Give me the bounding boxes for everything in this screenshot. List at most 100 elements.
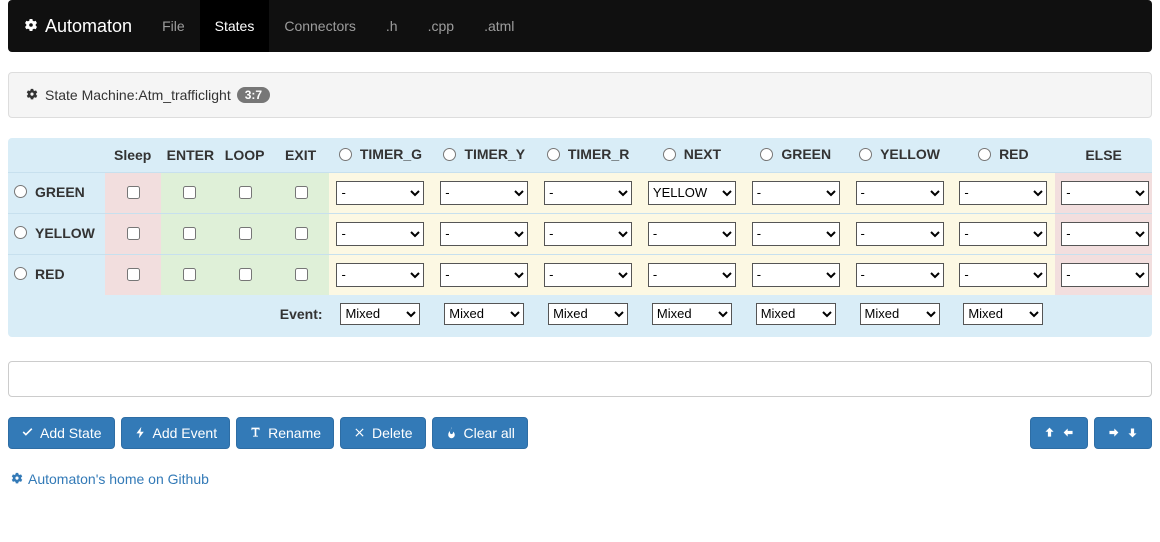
- check-icon: [21, 426, 34, 439]
- select-event-green[interactable]: [760, 148, 773, 161]
- nav-item-connectors[interactable]: Connectors: [269, 0, 371, 52]
- transition-select[interactable]: -: [959, 222, 1047, 246]
- arrow-up-icon: [1043, 426, 1056, 439]
- header-event-next: NEXT: [640, 138, 744, 172]
- event-type-select[interactable]: Mixed: [652, 303, 732, 325]
- transition-select[interactable]: -: [440, 222, 528, 246]
- transition-select[interactable]: -: [544, 222, 632, 246]
- header-event-yellow: YELLOW: [848, 138, 952, 172]
- select-state-red[interactable]: [14, 267, 27, 280]
- else-select[interactable]: -: [1061, 181, 1149, 205]
- loop-checkbox[interactable]: [239, 227, 252, 240]
- add-state-label: Add State: [40, 425, 102, 441]
- event-type-select[interactable]: Mixed: [860, 303, 940, 325]
- select-event-red[interactable]: [978, 148, 991, 161]
- navbar: Automaton FileStatesConnectors.h.cpp.atm…: [8, 0, 1152, 52]
- header-enter: ENTER: [161, 138, 217, 172]
- state-name-label: RED: [35, 266, 65, 282]
- state-machine-panel: State Machine: Atm_trafficlight 3:7: [8, 72, 1152, 118]
- transition-select[interactable]: -: [544, 263, 632, 287]
- arrow-left-icon: [1062, 426, 1075, 439]
- gear-icon: [10, 472, 24, 486]
- sleep-checkbox[interactable]: [127, 268, 140, 281]
- transition-select[interactable]: -: [336, 181, 424, 205]
- transition-select[interactable]: -: [336, 263, 424, 287]
- delete-button[interactable]: Delete: [340, 417, 425, 449]
- state-name-label: YELLOW: [35, 225, 95, 241]
- loop-checkbox[interactable]: [239, 268, 252, 281]
- select-state-yellow[interactable]: [14, 226, 27, 239]
- panel-label-prefix: State Machine:: [45, 87, 138, 103]
- enter-checkbox[interactable]: [183, 227, 196, 240]
- else-select[interactable]: -: [1061, 263, 1149, 287]
- select-event-timer_r[interactable]: [547, 148, 560, 161]
- transition-select[interactable]: -: [959, 263, 1047, 287]
- gear-icon: [23, 18, 39, 34]
- transition-select[interactable]: -: [856, 181, 944, 205]
- transition-select[interactable]: -: [959, 181, 1047, 205]
- select-event-timer_g[interactable]: [339, 148, 352, 161]
- move-right-down-button[interactable]: [1094, 417, 1152, 449]
- move-up-left-button[interactable]: [1030, 417, 1088, 449]
- arrow-down-icon: [1126, 426, 1139, 439]
- transition-select[interactable]: -: [752, 222, 840, 246]
- select-event-next[interactable]: [663, 148, 676, 161]
- event-type-select[interactable]: Mixed: [963, 303, 1043, 325]
- state-row-yellow: YELLOW--------: [8, 213, 1152, 254]
- nav-item-states[interactable]: States: [200, 0, 270, 52]
- delete-label: Delete: [372, 425, 412, 441]
- nav-item-h[interactable]: .h: [371, 0, 413, 52]
- exit-checkbox[interactable]: [295, 227, 308, 240]
- sleep-checkbox[interactable]: [127, 186, 140, 199]
- select-state-green[interactable]: [14, 185, 27, 198]
- github-link[interactable]: Automaton's home on Github: [8, 469, 209, 499]
- gear-icon: [25, 88, 39, 102]
- transition-select[interactable]: -: [648, 263, 736, 287]
- exit-checkbox[interactable]: [295, 268, 308, 281]
- transition-select[interactable]: -: [336, 222, 424, 246]
- transition-select[interactable]: YELLOW: [648, 181, 736, 205]
- loop-checkbox[interactable]: [239, 186, 252, 199]
- rename-label: Rename: [268, 425, 321, 441]
- transition-select[interactable]: -: [752, 263, 840, 287]
- transition-select[interactable]: -: [648, 222, 736, 246]
- header-event-timer_g: TIMER_G: [329, 138, 433, 172]
- event-type-select[interactable]: Mixed: [548, 303, 628, 325]
- nav-item-file[interactable]: File: [147, 0, 200, 52]
- machine-name: Atm_trafficlight: [138, 87, 230, 103]
- else-select[interactable]: -: [1061, 222, 1149, 246]
- transition-select[interactable]: -: [544, 181, 632, 205]
- brand-text: Automaton: [45, 16, 132, 37]
- transition-select[interactable]: -: [440, 181, 528, 205]
- add-event-label: Add Event: [153, 425, 218, 441]
- nav-item-atml[interactable]: .atml: [469, 0, 529, 52]
- header-exit: EXIT: [273, 138, 329, 172]
- transition-select[interactable]: -: [752, 181, 840, 205]
- enter-checkbox[interactable]: [183, 268, 196, 281]
- exit-checkbox[interactable]: [295, 186, 308, 199]
- event-row-label: Event:: [273, 295, 329, 337]
- add-state-button[interactable]: Add State: [8, 417, 115, 449]
- transition-select[interactable]: -: [856, 263, 944, 287]
- select-event-timer_y[interactable]: [443, 148, 456, 161]
- sleep-checkbox[interactable]: [127, 227, 140, 240]
- event-type-select[interactable]: Mixed: [340, 303, 420, 325]
- github-link-text: Automaton's home on Github: [28, 471, 209, 487]
- transition-select[interactable]: -: [440, 263, 528, 287]
- arrow-right-icon: [1107, 426, 1120, 439]
- add-event-button[interactable]: Add Event: [121, 417, 231, 449]
- transition-select[interactable]: -: [856, 222, 944, 246]
- nav-item-cpp[interactable]: .cpp: [413, 0, 469, 52]
- command-input[interactable]: [8, 361, 1152, 397]
- event-type-select[interactable]: Mixed: [444, 303, 524, 325]
- state-row-green: GREEN---YELLOW----: [8, 172, 1152, 213]
- enter-checkbox[interactable]: [183, 186, 196, 199]
- select-event-yellow[interactable]: [859, 148, 872, 161]
- event-type-select[interactable]: Mixed: [756, 303, 836, 325]
- states-table: SleepENTERLOOPEXITTIMER_GTIMER_YTIMER_RN…: [8, 138, 1152, 337]
- rename-button[interactable]: Rename: [236, 417, 334, 449]
- clear-all-button[interactable]: Clear all: [432, 417, 528, 449]
- action-bar: Add State Add Event Rename Delete Clear …: [8, 417, 1152, 449]
- header-event-green: GREEN: [744, 138, 848, 172]
- header-event-red: RED: [951, 138, 1055, 172]
